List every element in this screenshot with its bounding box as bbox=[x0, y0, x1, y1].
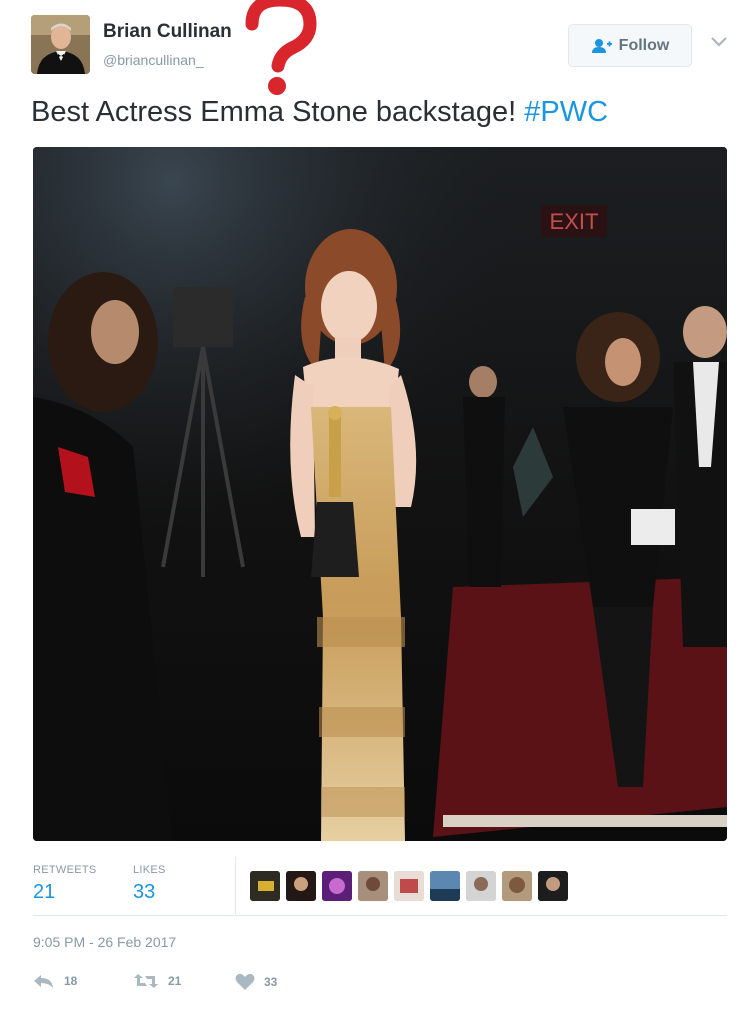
backstage-photo: EXIT bbox=[33, 147, 727, 841]
retweet-icon bbox=[134, 974, 158, 988]
retweets-label: RETWEETS bbox=[33, 864, 97, 876]
divider bbox=[33, 915, 727, 916]
hashtag-link[interactable]: #PWC bbox=[524, 96, 608, 128]
tweet-photo[interactable]: EXIT bbox=[33, 147, 727, 841]
follow-label: Follow bbox=[618, 36, 670, 54]
reply-icon bbox=[34, 975, 53, 988]
liker-avatar[interactable] bbox=[430, 871, 460, 901]
add-person-icon bbox=[591, 38, 612, 53]
tweet-timestamp[interactable]: 9:05 PM - 26 Feb 2017 bbox=[33, 934, 176, 950]
retweets-count: 21 bbox=[33, 881, 56, 903]
avatar-image bbox=[31, 15, 90, 74]
retweet-count: 21 bbox=[168, 974, 182, 988]
reply-button[interactable]: 18 bbox=[33, 973, 77, 989]
stats-divider bbox=[235, 857, 236, 914]
heart-icon bbox=[235, 973, 255, 990]
exit-sign: EXIT bbox=[550, 209, 599, 234]
likes-label: LIKES bbox=[133, 864, 166, 876]
like-button[interactable]: 33 bbox=[235, 973, 277, 991]
tweet-text: Best Actress Emma Stone backstage! #PWC bbox=[31, 96, 608, 129]
liker-avatar[interactable] bbox=[322, 871, 352, 901]
liker-avatar[interactable] bbox=[358, 871, 388, 901]
follow-button[interactable]: Follow bbox=[568, 24, 692, 67]
liker-avatar[interactable] bbox=[250, 871, 280, 901]
liker-avatar[interactable] bbox=[538, 871, 568, 901]
retweets-stat[interactable]: RETWEETS 21 bbox=[33, 864, 97, 904]
profile-avatar[interactable] bbox=[31, 15, 90, 74]
liker-avatar[interactable] bbox=[286, 871, 316, 901]
liker-avatar[interactable] bbox=[502, 871, 532, 901]
likes-count: 33 bbox=[133, 881, 156, 903]
liker-avatars bbox=[250, 871, 568, 901]
display-name[interactable]: Brian Cullinan bbox=[103, 21, 232, 43]
user-handle[interactable]: @briancullinan_ bbox=[103, 52, 204, 68]
liker-avatar[interactable] bbox=[394, 871, 424, 901]
question-mark-annotation bbox=[245, 0, 317, 95]
retweet-button[interactable]: 21 bbox=[133, 973, 181, 989]
like-count: 33 bbox=[264, 975, 278, 989]
chevron-down-icon[interactable] bbox=[710, 36, 728, 48]
liker-avatar[interactable] bbox=[466, 871, 496, 901]
likes-stat[interactable]: LIKES 33 bbox=[133, 864, 166, 904]
tweet-body: Best Actress Emma Stone backstage! bbox=[31, 96, 525, 128]
reply-count: 18 bbox=[64, 974, 78, 988]
